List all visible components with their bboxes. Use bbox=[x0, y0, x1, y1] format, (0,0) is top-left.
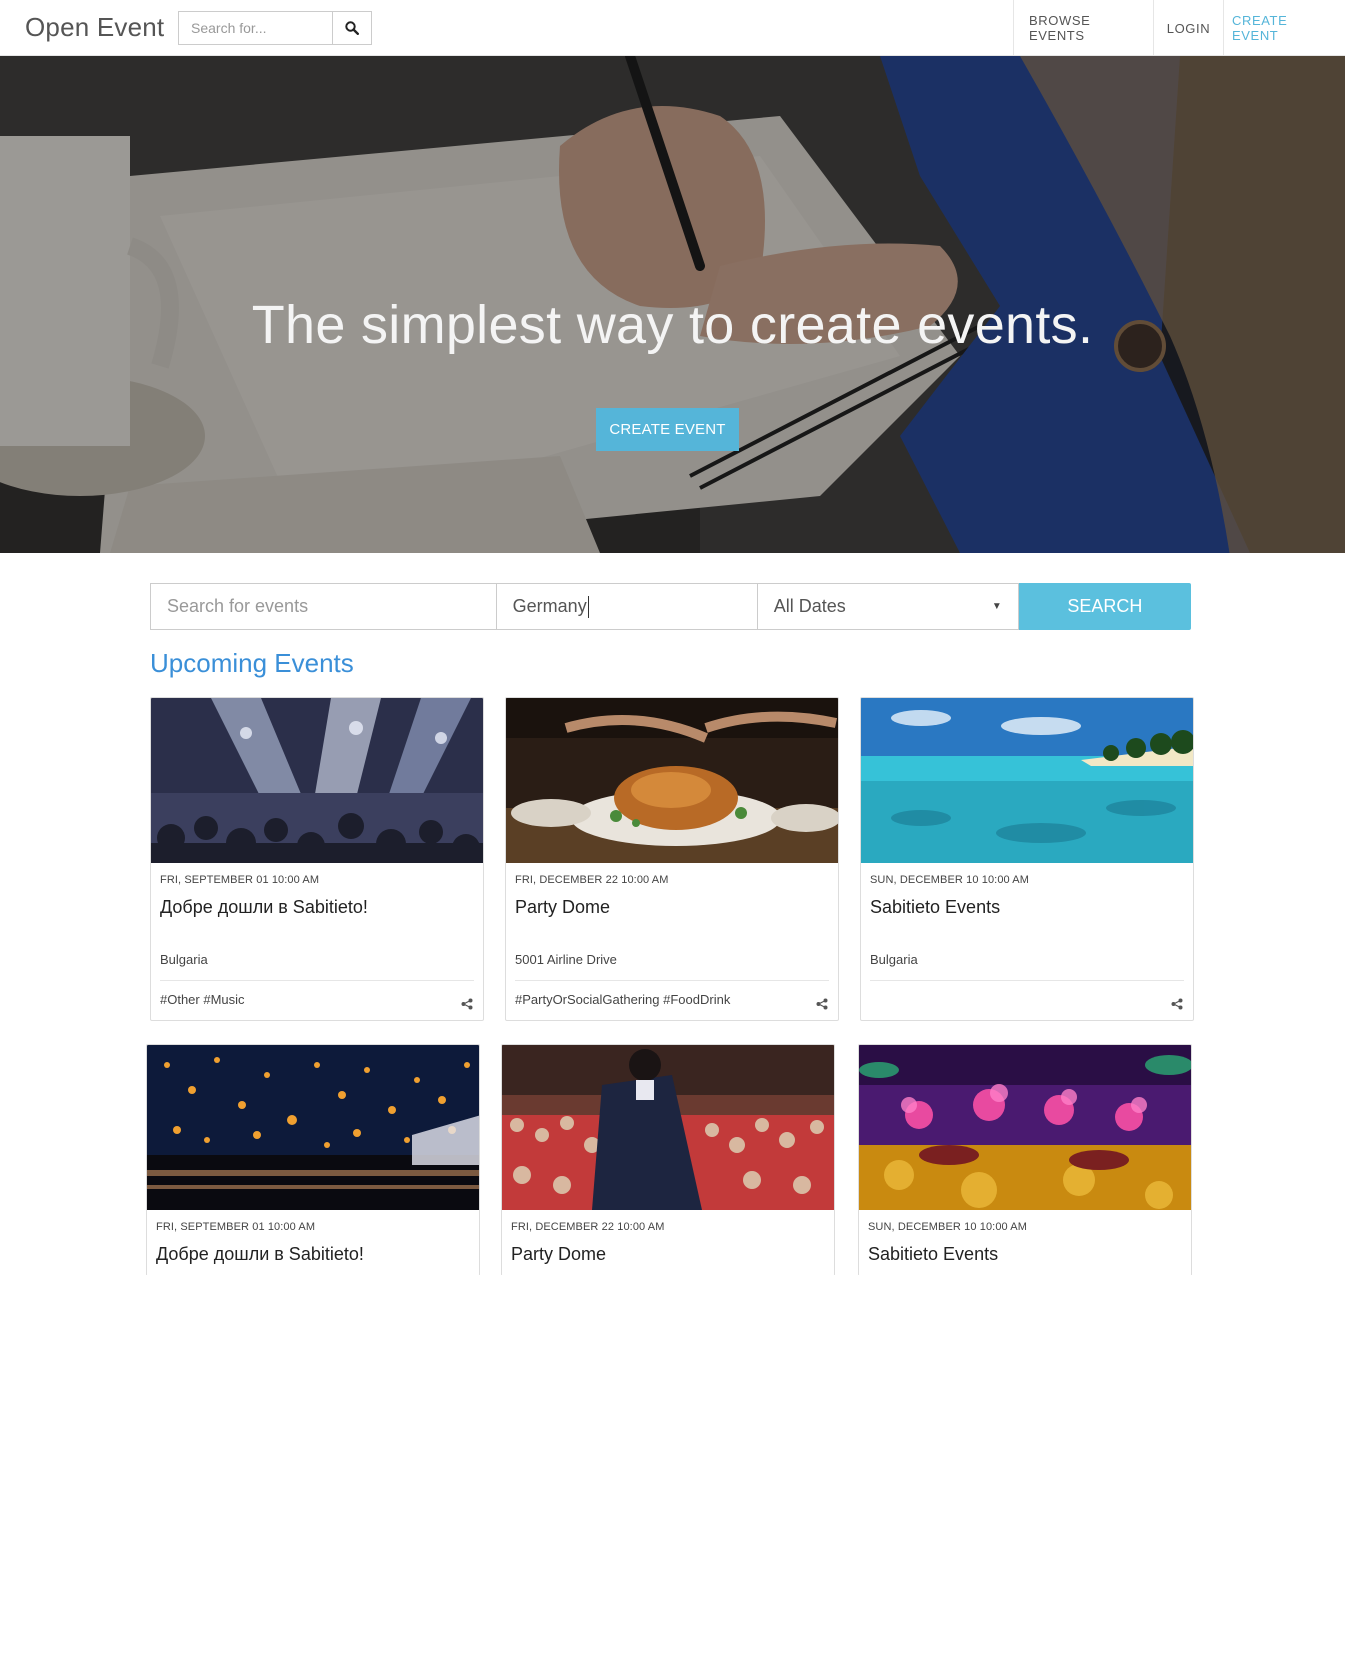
nav-login[interactable]: LOGIN bbox=[1153, 0, 1223, 56]
nav-search-group: Search for... bbox=[178, 11, 372, 45]
page-blank-area bbox=[0, 1275, 1345, 1661]
event-title[interactable]: Добре дошли в Sabitieto! bbox=[160, 897, 368, 918]
search-icon bbox=[345, 21, 360, 35]
upcoming-events-heading: Upcoming Events bbox=[150, 648, 354, 678]
hero-create-event-button[interactable]: CREATE EVENT bbox=[596, 408, 739, 451]
event-dates-select[interactable]: All Dates ▼ bbox=[757, 583, 1019, 630]
event-card[interactable]: SUN, DECEMBER 10 10:00 AM Sabitieto Even… bbox=[860, 697, 1194, 1021]
nav-search-input[interactable]: Search for... bbox=[179, 12, 332, 44]
event-date: FRI, DECEMBER 22 10:00 AM bbox=[511, 1221, 665, 1233]
event-title[interactable]: Party Dome bbox=[515, 897, 610, 918]
event-date: SUN, DECEMBER 10 10:00 AM bbox=[870, 874, 1030, 886]
event-location: Bulgaria bbox=[870, 952, 918, 967]
share-icon[interactable] bbox=[816, 998, 828, 1010]
event-image-dinner bbox=[506, 698, 838, 863]
event-tags[interactable]: #PartyOrSocialGathering #FoodDrink bbox=[515, 992, 730, 1007]
nav-create-event[interactable]: CREATE EVENT bbox=[1223, 0, 1345, 56]
event-image-gala bbox=[859, 1045, 1191, 1210]
top-navbar: Open Event Search for... BROWSE EVENTS L… bbox=[0, 0, 1345, 56]
search-events-button[interactable]: SEARCH bbox=[1018, 583, 1191, 630]
event-card[interactable]: FRI, DECEMBER 22 10:00 AM Party Dome bbox=[501, 1044, 835, 1276]
event-card[interactable]: FRI, SEPTEMBER 01 10:00 AM Добре дошли в… bbox=[150, 697, 484, 1021]
event-date: SUN, DECEMBER 10 10:00 AM bbox=[868, 1221, 1028, 1233]
event-title[interactable]: Sabitieto Events bbox=[870, 897, 1000, 918]
event-date: FRI, DECEMBER 22 10:00 AM bbox=[515, 874, 669, 886]
event-tags[interactable]: #Other #Music bbox=[160, 992, 245, 1007]
dates-selected-value: All Dates bbox=[773, 596, 846, 616]
event-card[interactable]: SUN, DECEMBER 10 10:00 AM Sabitieto Even… bbox=[858, 1044, 1192, 1276]
card-divider bbox=[160, 980, 474, 981]
event-card[interactable]: FRI, SEPTEMBER 01 10:00 AM Добре дошли в… bbox=[146, 1044, 480, 1276]
event-title[interactable]: Party Dome bbox=[511, 1244, 606, 1265]
event-image-lanterns bbox=[147, 1045, 479, 1210]
hero-title: The simplest way to create events. bbox=[251, 295, 1094, 355]
share-icon[interactable] bbox=[461, 998, 473, 1010]
event-card[interactable]: FRI, DECEMBER 22 10:00 AM Party Dome 500… bbox=[505, 697, 839, 1021]
nav-search-button[interactable] bbox=[332, 12, 371, 44]
event-title[interactable]: Sabitieto Events bbox=[868, 1244, 998, 1265]
event-date: FRI, SEPTEMBER 01 10:00 AM bbox=[160, 874, 320, 886]
event-image-beach bbox=[861, 698, 1193, 863]
event-image-concert bbox=[151, 698, 483, 863]
event-image-conference bbox=[502, 1045, 834, 1210]
share-icon[interactable] bbox=[1171, 998, 1183, 1010]
location-value: Germany bbox=[512, 596, 587, 616]
event-keyword-input[interactable]: Search for events bbox=[150, 583, 497, 630]
event-title[interactable]: Добре дошли в Sabitieto! bbox=[156, 1244, 364, 1265]
nav-browse-events[interactable]: BROWSE EVENTS bbox=[1013, 0, 1153, 56]
card-divider bbox=[515, 980, 829, 981]
brand-logo[interactable]: Open Event bbox=[25, 12, 164, 43]
event-location: 5001 Airline Drive bbox=[515, 952, 617, 967]
card-divider bbox=[870, 980, 1184, 981]
event-location: Bulgaria bbox=[160, 952, 208, 967]
hero-banner: The simplest way to create events. CREAT… bbox=[0, 56, 1345, 553]
text-cursor bbox=[587, 595, 589, 618]
event-location-input[interactable]: Germany bbox=[496, 583, 758, 630]
dropdown-arrow-icon: ▼ bbox=[991, 601, 1002, 612]
nav-links: BROWSE EVENTS LOGIN CREATE EVENT bbox=[1013, 0, 1345, 56]
event-search-bar: Search for events Germany All Dates ▼ SE… bbox=[150, 583, 1191, 630]
event-date: FRI, SEPTEMBER 01 10:00 AM bbox=[156, 1221, 316, 1233]
